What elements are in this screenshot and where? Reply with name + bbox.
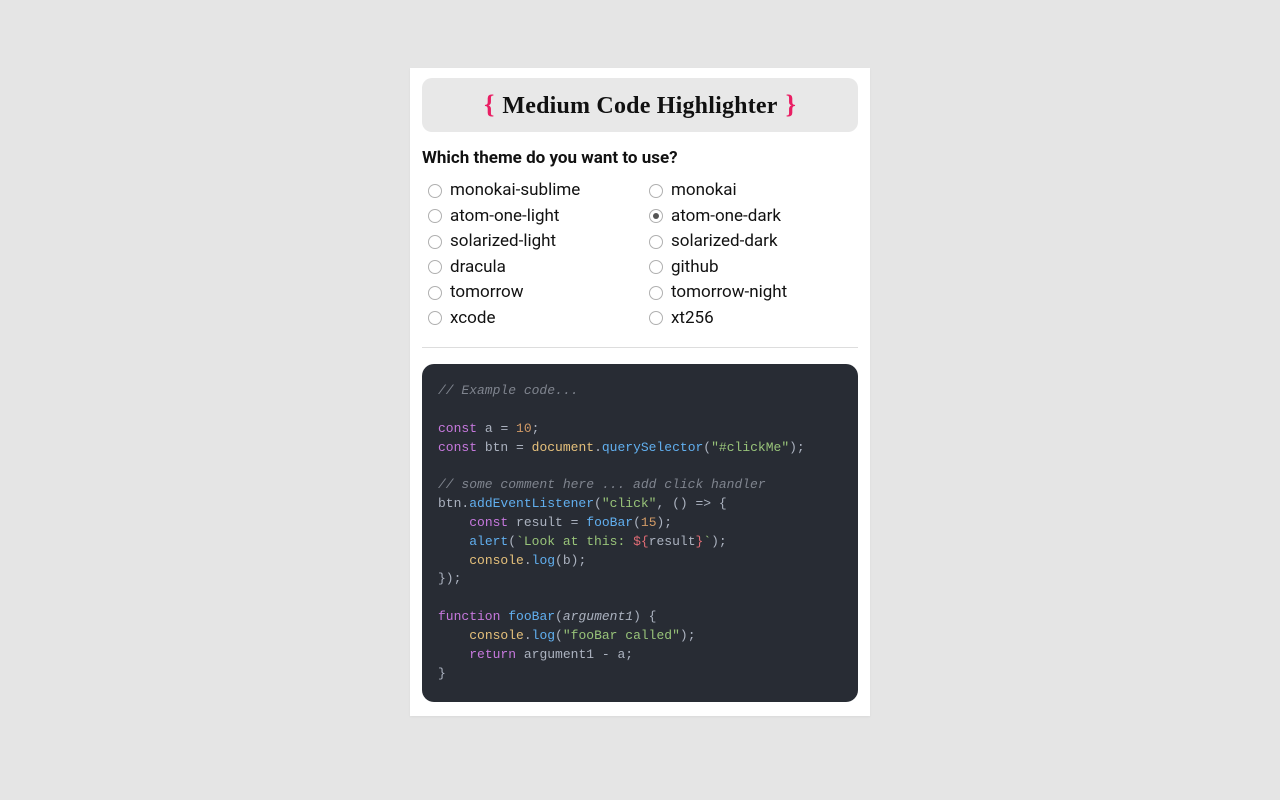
theme-option-monokai[interactable]: monokai: [649, 178, 852, 204]
radio-icon: [428, 311, 442, 325]
code-keyword: const: [438, 421, 477, 436]
code-function: log: [532, 628, 555, 643]
code-string: `: [703, 534, 711, 549]
code-keyword: const: [469, 515, 508, 530]
code-keyword: const: [438, 440, 477, 455]
theme-option-solarized-dark[interactable]: solarized-dark: [649, 229, 852, 255]
theme-options-grid: monokai-sublime atom-one-light solarized…: [422, 178, 858, 348]
theme-label: tomorrow-night: [671, 280, 787, 306]
code-variable: a: [485, 421, 493, 436]
theme-option-github[interactable]: github: [649, 255, 852, 281]
theme-option-xcode[interactable]: xcode: [428, 306, 631, 332]
code-function: alert: [469, 534, 508, 549]
theme-label: tomorrow: [450, 280, 524, 306]
radio-icon: [649, 235, 663, 249]
theme-label: atom-one-light: [450, 204, 559, 230]
theme-option-monokai-sublime[interactable]: monokai-sublime: [428, 178, 631, 204]
code-variable: btn: [438, 496, 461, 511]
theme-option-tomorrow-night[interactable]: tomorrow-night: [649, 280, 852, 306]
theme-label: atom-one-dark: [671, 204, 781, 230]
code-string: "click": [602, 496, 657, 511]
code-string: "#clickMe": [711, 440, 789, 455]
radio-icon: [649, 209, 663, 223]
theme-option-tomorrow[interactable]: tomorrow: [428, 280, 631, 306]
code-variable: argument1: [524, 647, 594, 662]
radio-icon: [428, 235, 442, 249]
code-comment: // Example code...: [438, 383, 578, 398]
app-title: Medium Code Highlighter: [502, 93, 777, 119]
code-variable: b: [563, 553, 571, 568]
code-builtin: console: [469, 628, 524, 643]
code-function: querySelector: [602, 440, 703, 455]
code-function: addEventListener: [469, 496, 594, 511]
code-variable: result: [516, 515, 563, 530]
radio-icon: [649, 260, 663, 274]
code-comment: // some comment here ... add click handl…: [438, 477, 766, 492]
theme-label: solarized-dark: [671, 229, 778, 255]
code-variable: result: [649, 534, 696, 549]
code-string: `Look at this:: [516, 534, 633, 549]
code-keyword: return: [469, 647, 516, 662]
title-bar: { Medium Code Highlighter }: [422, 78, 858, 132]
radio-icon: [649, 184, 663, 198]
theme-label: github: [671, 255, 719, 281]
theme-label: xcode: [450, 306, 495, 332]
code-preview: // Example code... const a = 10; const b…: [422, 364, 858, 702]
code-string: "fooBar called": [563, 628, 680, 643]
brace-close-icon: }: [782, 90, 800, 119]
radio-icon: [428, 286, 442, 300]
code-variable: a: [617, 647, 625, 662]
radio-icon: [649, 311, 663, 325]
code-subst: ${: [633, 534, 649, 549]
theme-option-dracula[interactable]: dracula: [428, 255, 631, 281]
code-function: fooBar: [586, 515, 633, 530]
code-number: 10: [516, 421, 532, 436]
code-keyword: function: [438, 609, 500, 624]
theme-option-atom-one-dark[interactable]: atom-one-dark: [649, 204, 852, 230]
brace-open-icon: {: [480, 90, 498, 119]
theme-label: dracula: [450, 255, 506, 281]
theme-question: Which theme do you want to use?: [422, 148, 858, 168]
theme-option-solarized-light[interactable]: solarized-light: [428, 229, 631, 255]
code-builtin: document: [532, 440, 594, 455]
radio-icon: [428, 260, 442, 274]
theme-label: solarized-light: [450, 229, 556, 255]
code-function-def: fooBar: [508, 609, 555, 624]
code-variable: btn: [485, 440, 508, 455]
code-number: 15: [641, 515, 657, 530]
theme-label: xt256: [671, 306, 714, 332]
theme-option-atom-one-light[interactable]: atom-one-light: [428, 204, 631, 230]
theme-option-xt256[interactable]: xt256: [649, 306, 852, 332]
code-builtin: console: [469, 553, 524, 568]
radio-icon: [428, 209, 442, 223]
radio-icon: [428, 184, 442, 198]
theme-label: monokai: [671, 178, 737, 204]
code-param: argument1: [563, 609, 633, 624]
radio-icon: [649, 286, 663, 300]
popup-panel: { Medium Code Highlighter } Which theme …: [410, 68, 870, 716]
theme-label: monokai-sublime: [450, 178, 580, 204]
code-function: log: [532, 553, 555, 568]
